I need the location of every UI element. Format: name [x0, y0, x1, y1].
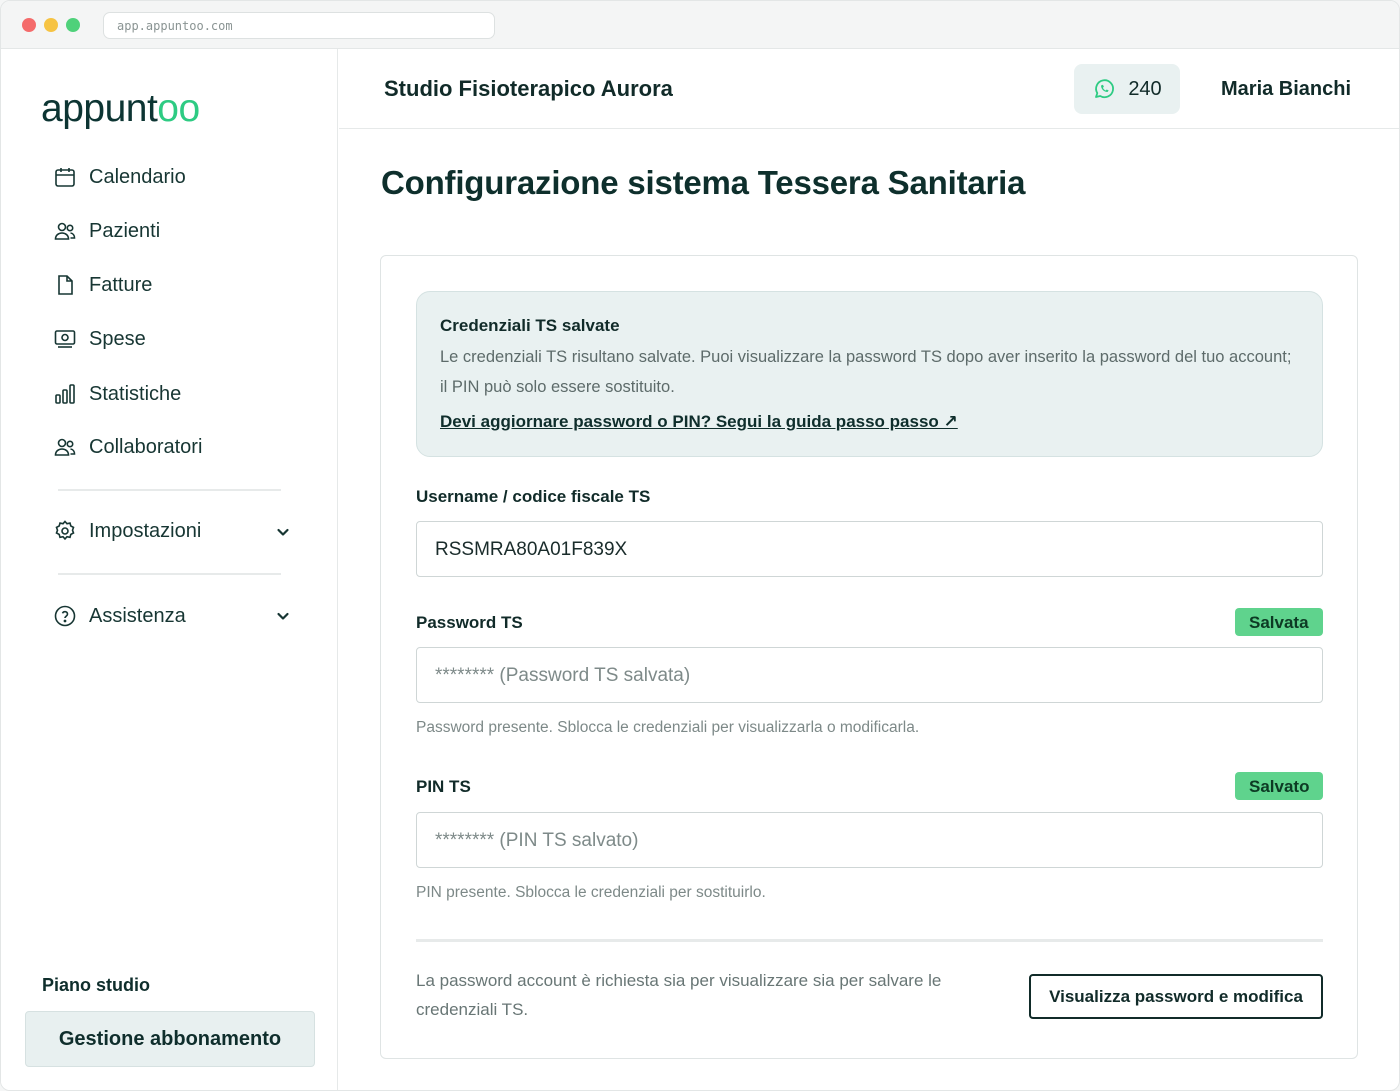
- window-minimize-dot[interactable]: [44, 18, 58, 32]
- sidebar-item-calendario[interactable]: Calendario: [53, 162, 186, 192]
- window-close-dot[interactable]: [22, 18, 36, 32]
- gear-icon: [55, 520, 75, 541]
- sidebar-item-label: Statistiche: [89, 382, 182, 405]
- help-circle-icon: [54, 605, 76, 627]
- sidebar-item-impostazioni[interactable]: Impostazioni: [53, 516, 201, 546]
- whatsapp-credits-badge[interactable]: 240: [1074, 64, 1180, 114]
- section-divider: [416, 939, 1323, 942]
- document-icon: [58, 275, 73, 295]
- username-input[interactable]: RSSMRA80A01F839X: [416, 521, 1323, 577]
- subscription-button[interactable]: Gestione abbonamento: [25, 1011, 315, 1067]
- sidebar-item-label: Calendario: [89, 165, 186, 188]
- guide-link[interactable]: Devi aggiornare password o PIN? Segui la…: [440, 412, 958, 432]
- app-logo[interactable]: appuntoo: [41, 87, 200, 131]
- sidebar-item-statistiche[interactable]: Statistiche: [53, 379, 181, 409]
- logo-accent: oo: [157, 87, 200, 130]
- pin-label: PIN TS: [416, 777, 471, 796]
- sidebar-item-assistenza[interactable]: Assistenza: [53, 601, 186, 631]
- logo-text: appunt: [41, 87, 158, 130]
- sidebar-item-label: Pazienti: [89, 219, 161, 242]
- sidebar-item-pazienti[interactable]: Pazienti: [53, 216, 160, 246]
- page-title: Configurazione sistema Tessera Sanitaria: [381, 164, 1026, 201]
- ts-config-card: Credenziali TS salvate Le credenziali TS…: [380, 255, 1358, 1059]
- sidebar-item-label: Assistenza: [89, 604, 186, 627]
- receipt-icon: [54, 330, 76, 348]
- pin-input[interactable]: ******** (PIN TS salvato): [416, 812, 1323, 868]
- window-maximize-dot[interactable]: [66, 18, 80, 32]
- pin-hint: PIN presente. Sblocca le credenziali per…: [416, 884, 766, 901]
- sidebar-item-label: Impostazioni: [89, 519, 202, 542]
- sidebar: appuntoo Calendario Pazienti Fatture Spe…: [1, 49, 338, 1090]
- password-status-badge: Salvata: [1235, 608, 1323, 636]
- whatsapp-icon: [1095, 79, 1115, 99]
- sidebar-divider: [58, 489, 281, 491]
- users-icon: [54, 222, 76, 240]
- username-label: Username / codice fiscale TS: [416, 487, 651, 506]
- password-hint: Password presente. Sblocca le credenzial…: [416, 719, 920, 736]
- sidebar-item-label: Spese: [89, 327, 146, 350]
- browser-chrome: app.appuntoo.com: [1, 1, 1399, 49]
- info-text: Le credenziali TS risultano salvate. Puo…: [440, 348, 1292, 396]
- view-password-edit-button[interactable]: Visualizza password e modifica: [1029, 974, 1323, 1019]
- app-window: app.appuntoo.com appuntoo Calendario Paz…: [0, 0, 1400, 1091]
- bar-chart-icon: [55, 384, 75, 404]
- calendar-icon: [55, 168, 75, 187]
- sidebar-item-collaboratori[interactable]: Collaboratori: [53, 432, 202, 462]
- account-password-note: La password account è richiesta sia per …: [416, 971, 942, 1019]
- top-header: Studio Fisioterapico Aurora 240 Maria Bi…: [339, 49, 1399, 129]
- chevron-down-icon[interactable]: [275, 524, 291, 540]
- credentials-info-box: Credenziali TS salvate Le credenziali TS…: [416, 291, 1323, 457]
- pin-status-badge: Salvato: [1235, 772, 1324, 800]
- address-bar[interactable]: app.appuntoo.com: [103, 12, 495, 39]
- sidebar-item-fatture[interactable]: Fatture: [53, 270, 152, 300]
- sidebar-divider: [58, 573, 281, 575]
- user-name[interactable]: Maria Bianchi: [1221, 78, 1351, 101]
- sidebar-item-spese[interactable]: Spese: [53, 324, 146, 354]
- plan-label: Piano studio: [42, 975, 150, 995]
- chevron-down-icon[interactable]: [275, 608, 291, 624]
- team-icon: [54, 438, 76, 456]
- password-input[interactable]: ******** (Password TS salvata): [416, 647, 1323, 703]
- studio-name: Studio Fisioterapico Aurora: [384, 76, 673, 101]
- sidebar-item-label: Fatture: [89, 273, 153, 296]
- sidebar-item-label: Collaboratori: [89, 435, 203, 458]
- password-label: Password TS: [416, 613, 523, 632]
- whatsapp-count: 240: [1128, 77, 1162, 100]
- info-title: Credenziali TS salvate: [440, 316, 620, 335]
